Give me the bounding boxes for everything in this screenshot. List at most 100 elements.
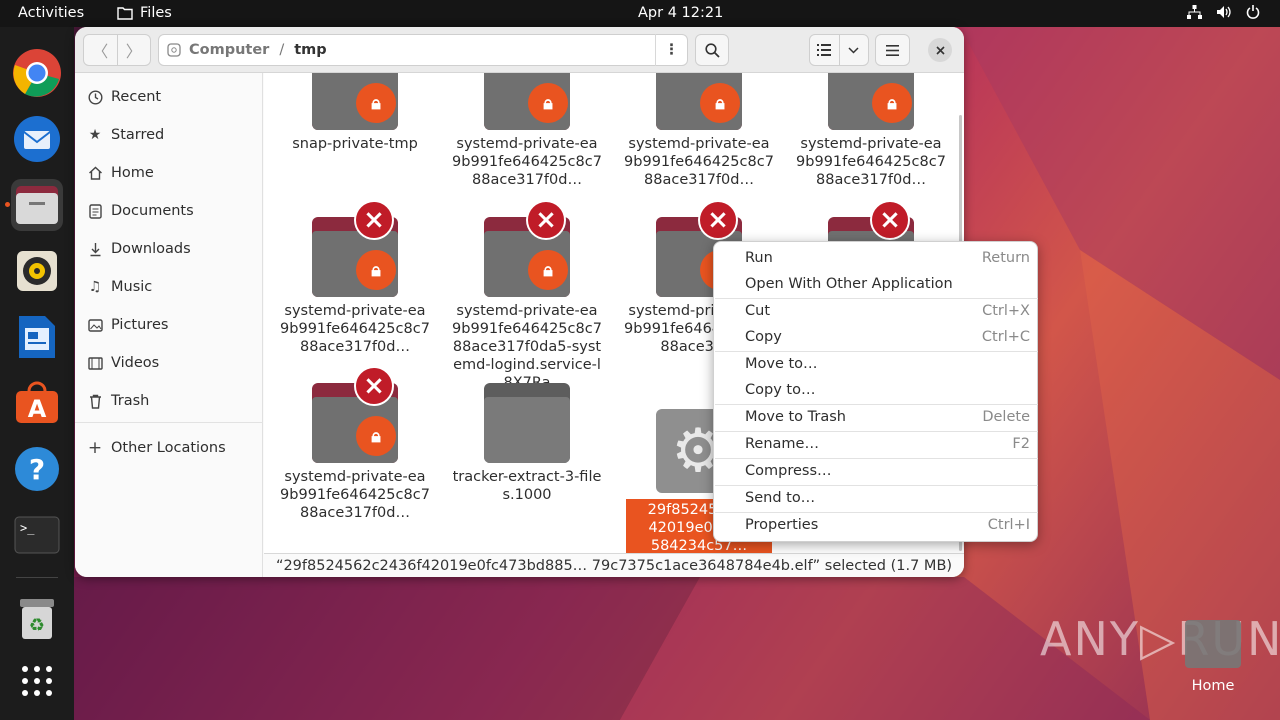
- app-name: Files: [140, 5, 172, 21]
- app-center-icon[interactable]: A: [11, 377, 63, 429]
- menu-item-move-to[interactable]: Move to…: [714, 351, 1039, 377]
- home-icon: [87, 165, 103, 181]
- path-current[interactable]: tmp: [294, 42, 326, 58]
- anyrun-watermark: ANY▷RUN: [1040, 612, 1280, 666]
- menu-item-properties[interactable]: Properties Ctrl+I: [714, 512, 1039, 538]
- sidebar-item-home[interactable]: Home: [87, 161, 154, 185]
- lock-icon: 🔒︎: [872, 83, 912, 123]
- sidebar-item-label: Music: [111, 279, 153, 295]
- clock-icon: [87, 89, 103, 105]
- menu-item-label: Copy: [745, 329, 782, 345]
- clock[interactable]: Apr 4 12:21: [638, 5, 723, 21]
- file-name: systemd-private-ea9b991fe646425c8c788ace…: [280, 469, 430, 521]
- activities-button[interactable]: Activities: [18, 5, 84, 21]
- menu-item-copy[interactable]: Copy Ctrl+C: [714, 324, 1039, 350]
- sidebar-item-pictures[interactable]: Pictures: [87, 313, 168, 337]
- menu-item-label: Move to Trash: [745, 409, 846, 425]
- sidebar-item-label: Downloads: [111, 241, 191, 257]
- top-bar: Activities Files Apr 4 12:21: [0, 0, 1280, 27]
- show-apps-icon[interactable]: [11, 655, 63, 707]
- menu-item-label: Rename…: [745, 436, 819, 452]
- rhythmbox-icon[interactable]: [11, 245, 63, 297]
- desktop-home-icon[interactable]: Home: [1183, 620, 1243, 694]
- thunderbird-icon[interactable]: [11, 113, 63, 165]
- menu-item-move-to-trash[interactable]: Move to Trash Delete: [714, 404, 1039, 430]
- file-item[interactable]: × 🔒︎ systemd-private-ea9b991fe646425c8c7…: [452, 200, 602, 391]
- menu-item-label: Move to…: [745, 356, 818, 372]
- file-item[interactable]: × 🔒︎ systemd-private-ea9b991fe646425c8c7…: [624, 73, 774, 188]
- file-name: snap-private-tmp: [292, 136, 418, 152]
- system-tray[interactable]: [1187, 5, 1260, 19]
- path-menu-button[interactable]: ⋮: [655, 34, 687, 66]
- home-folder-icon: [1185, 620, 1241, 668]
- menu-item-rename[interactable]: Rename… F2: [714, 431, 1039, 457]
- no-access-icon: ×: [354, 200, 394, 240]
- header-bar: 〈 〉 Computer / tmp ⋮: [75, 27, 964, 73]
- sidebar-item-downloads[interactable]: Downloads: [87, 237, 191, 261]
- no-access-icon: ×: [526, 200, 566, 240]
- chevron-down-icon: [848, 46, 859, 54]
- svg-text:>_: >_: [20, 521, 35, 535]
- file-item[interactable]: tracker-extract-3-files.1000: [452, 366, 602, 516]
- file-item[interactable]: × 🔒︎ systemd-private-ea9b991fe646425c8c7…: [280, 366, 430, 521]
- list-view-button[interactable]: [810, 35, 840, 65]
- app-menu[interactable]: Files: [117, 5, 172, 21]
- context-menu: Run Return Open With Other Application Cu…: [713, 241, 1038, 542]
- menu-item-send-to[interactable]: Send to…: [714, 485, 1039, 511]
- sidebar-item-other-locations[interactable]: + Other Locations: [87, 436, 226, 460]
- path-root[interactable]: Computer: [189, 42, 269, 58]
- menu-item-label: Cut: [745, 303, 770, 319]
- chrome-icon[interactable]: [11, 47, 63, 99]
- lock-icon: 🔒︎: [356, 83, 396, 123]
- navigation-buttons: 〈 〉: [83, 34, 151, 66]
- view-options-button[interactable]: [840, 35, 869, 65]
- active-indicator: [5, 202, 10, 207]
- trash-icon[interactable]: ♻: [11, 593, 63, 645]
- svg-text:A: A: [28, 395, 47, 423]
- sidebar-item-trash[interactable]: Trash: [87, 389, 149, 413]
- menu-item-label: Compress…: [745, 463, 832, 479]
- menu-item-shortcut: Ctrl+C: [981, 329, 1030, 345]
- menu-item-open-with[interactable]: Open With Other Application: [714, 271, 1039, 297]
- volume-icon: [1217, 6, 1231, 18]
- files-icon[interactable]: [11, 179, 63, 231]
- close-button[interactable]: [928, 38, 952, 62]
- sidebar-item-label: Videos: [111, 355, 160, 371]
- sidebar-item-music[interactable]: ♫ Music: [87, 275, 153, 299]
- main-menu-button[interactable]: [875, 34, 910, 66]
- back-button[interactable]: 〈: [84, 35, 118, 65]
- menu-item-run[interactable]: Run Return: [714, 245, 1039, 271]
- menu-item-shortcut: Ctrl+I: [987, 517, 1030, 533]
- sidebar-separator: [75, 422, 263, 423]
- menu-item-shortcut: Return: [981, 250, 1030, 266]
- forward-button[interactable]: 〉: [118, 35, 151, 65]
- menu-item-shortcut: F2: [1012, 436, 1030, 452]
- search-icon: [704, 42, 720, 58]
- list-view-icon: [817, 44, 832, 56]
- download-icon: [87, 241, 103, 257]
- sidebar-item-recent[interactable]: Recent: [87, 85, 161, 109]
- trash-icon: [87, 393, 103, 409]
- file-item[interactable]: × 🔒︎ systemd-private-ea9b991fe646425c8c7…: [796, 73, 946, 188]
- menu-item-cut[interactable]: Cut Ctrl+X: [714, 298, 1039, 324]
- menu-item-copy-to[interactable]: Copy to…: [714, 377, 1039, 403]
- sidebar-item-starred[interactable]: ★ Starred: [87, 123, 165, 147]
- file-item[interactable]: × 🔒︎ systemd-private-ea9b991fe646425c8c7…: [280, 200, 430, 355]
- sidebar-item-label: Starred: [111, 127, 165, 143]
- sidebar-item-videos[interactable]: Videos: [87, 351, 159, 375]
- hamburger-icon: [886, 44, 899, 56]
- path-bar[interactable]: Computer / tmp: [158, 34, 688, 66]
- search-button[interactable]: [695, 34, 729, 66]
- no-access-icon: ×: [354, 366, 394, 406]
- sidebar-item-documents[interactable]: Documents: [87, 199, 194, 223]
- libreoffice-writer-icon[interactable]: [11, 311, 63, 363]
- menu-item-label: Properties: [745, 517, 819, 533]
- svg-text:♻: ♻: [29, 615, 45, 636]
- picture-icon: [87, 317, 103, 333]
- menu-item-compress[interactable]: Compress…: [714, 458, 1039, 484]
- file-item[interactable]: × 🔒︎ systemd-private-ea9b991fe646425c8c7…: [452, 73, 602, 188]
- desktop-home-label: Home: [1191, 678, 1235, 694]
- terminal-icon[interactable]: >_: [11, 509, 63, 561]
- help-icon[interactable]: ?: [11, 443, 63, 495]
- file-item[interactable]: × 🔒︎ snap-private-tmp: [280, 73, 430, 163]
